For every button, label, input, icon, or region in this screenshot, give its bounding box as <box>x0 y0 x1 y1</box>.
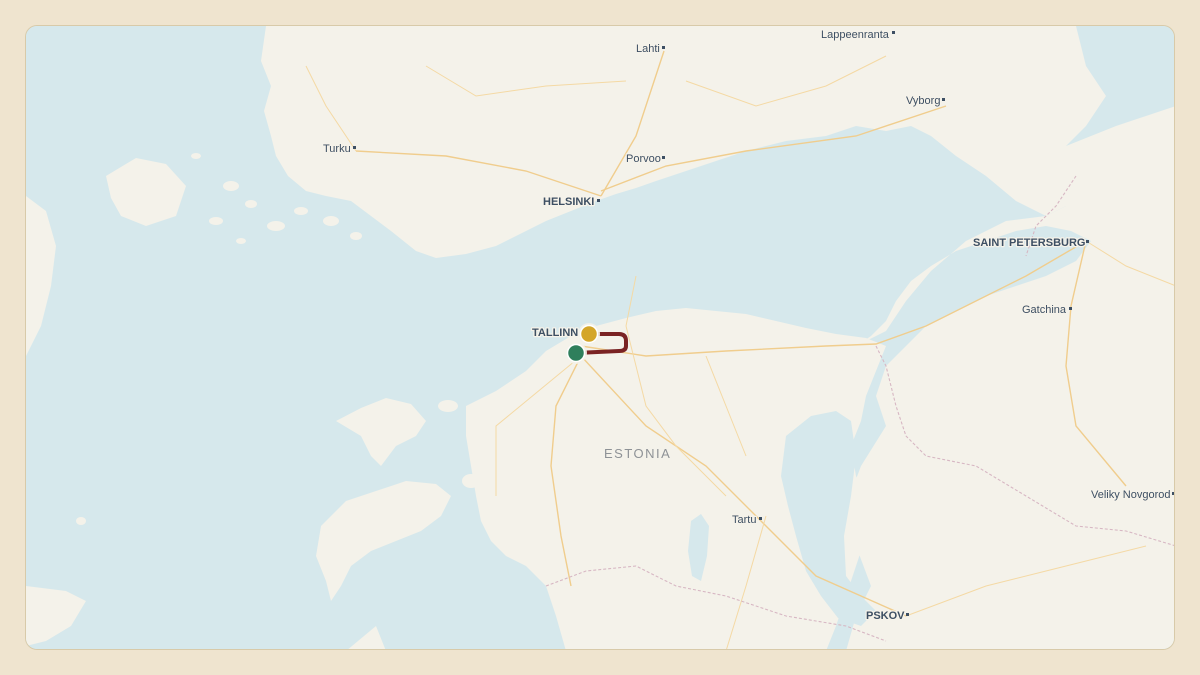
city-label-helsinki: HELSINKI <box>543 196 594 208</box>
city-dot-veliky-novgorod <box>1172 492 1174 495</box>
city-label-lahti: Lahti <box>636 43 660 55</box>
city-label-veliky-novgorod: Veliky Novgorod <box>1091 489 1171 501</box>
city-label-pskov: PSKOV <box>866 610 905 622</box>
city-dot-gatchina <box>1069 307 1072 310</box>
map-canvas[interactable]: ESTONIA Lappeenranta Lahti Vyborg Turku … <box>26 26 1175 650</box>
city-dot-lahti <box>662 46 665 49</box>
city-dot-pskov <box>906 613 909 616</box>
route-start-marker-icon[interactable] <box>565 342 587 364</box>
city-label-tartu: Tartu <box>732 514 756 526</box>
city-label-porvoo: Porvoo <box>626 153 661 165</box>
city-dot-turku <box>353 146 356 149</box>
city-dot-porvoo <box>662 156 665 159</box>
city-label-tallinn: TALLINN <box>532 327 578 339</box>
city-label-saint-petersburg: SAINT PETERSBURG <box>973 237 1085 249</box>
map-container[interactable]: ESTONIA Lappeenranta Lahti Vyborg Turku … <box>25 25 1175 650</box>
city-dot-lappeenranta <box>892 31 895 34</box>
city-dot-helsinki <box>597 199 600 202</box>
country-label-estonia: ESTONIA <box>604 446 671 461</box>
route-end-marker-icon[interactable] <box>578 323 600 345</box>
city-dot-saint-petersburg <box>1086 240 1089 243</box>
city-label-vyborg: Vyborg <box>906 95 940 107</box>
city-label-lappeenranta: Lappeenranta <box>821 29 890 41</box>
city-dot-vyborg <box>942 98 945 101</box>
city-dot-tartu <box>759 517 762 520</box>
city-label-gatchina: Gatchina <box>1022 304 1067 316</box>
city-label-turku: Turku <box>323 143 351 155</box>
